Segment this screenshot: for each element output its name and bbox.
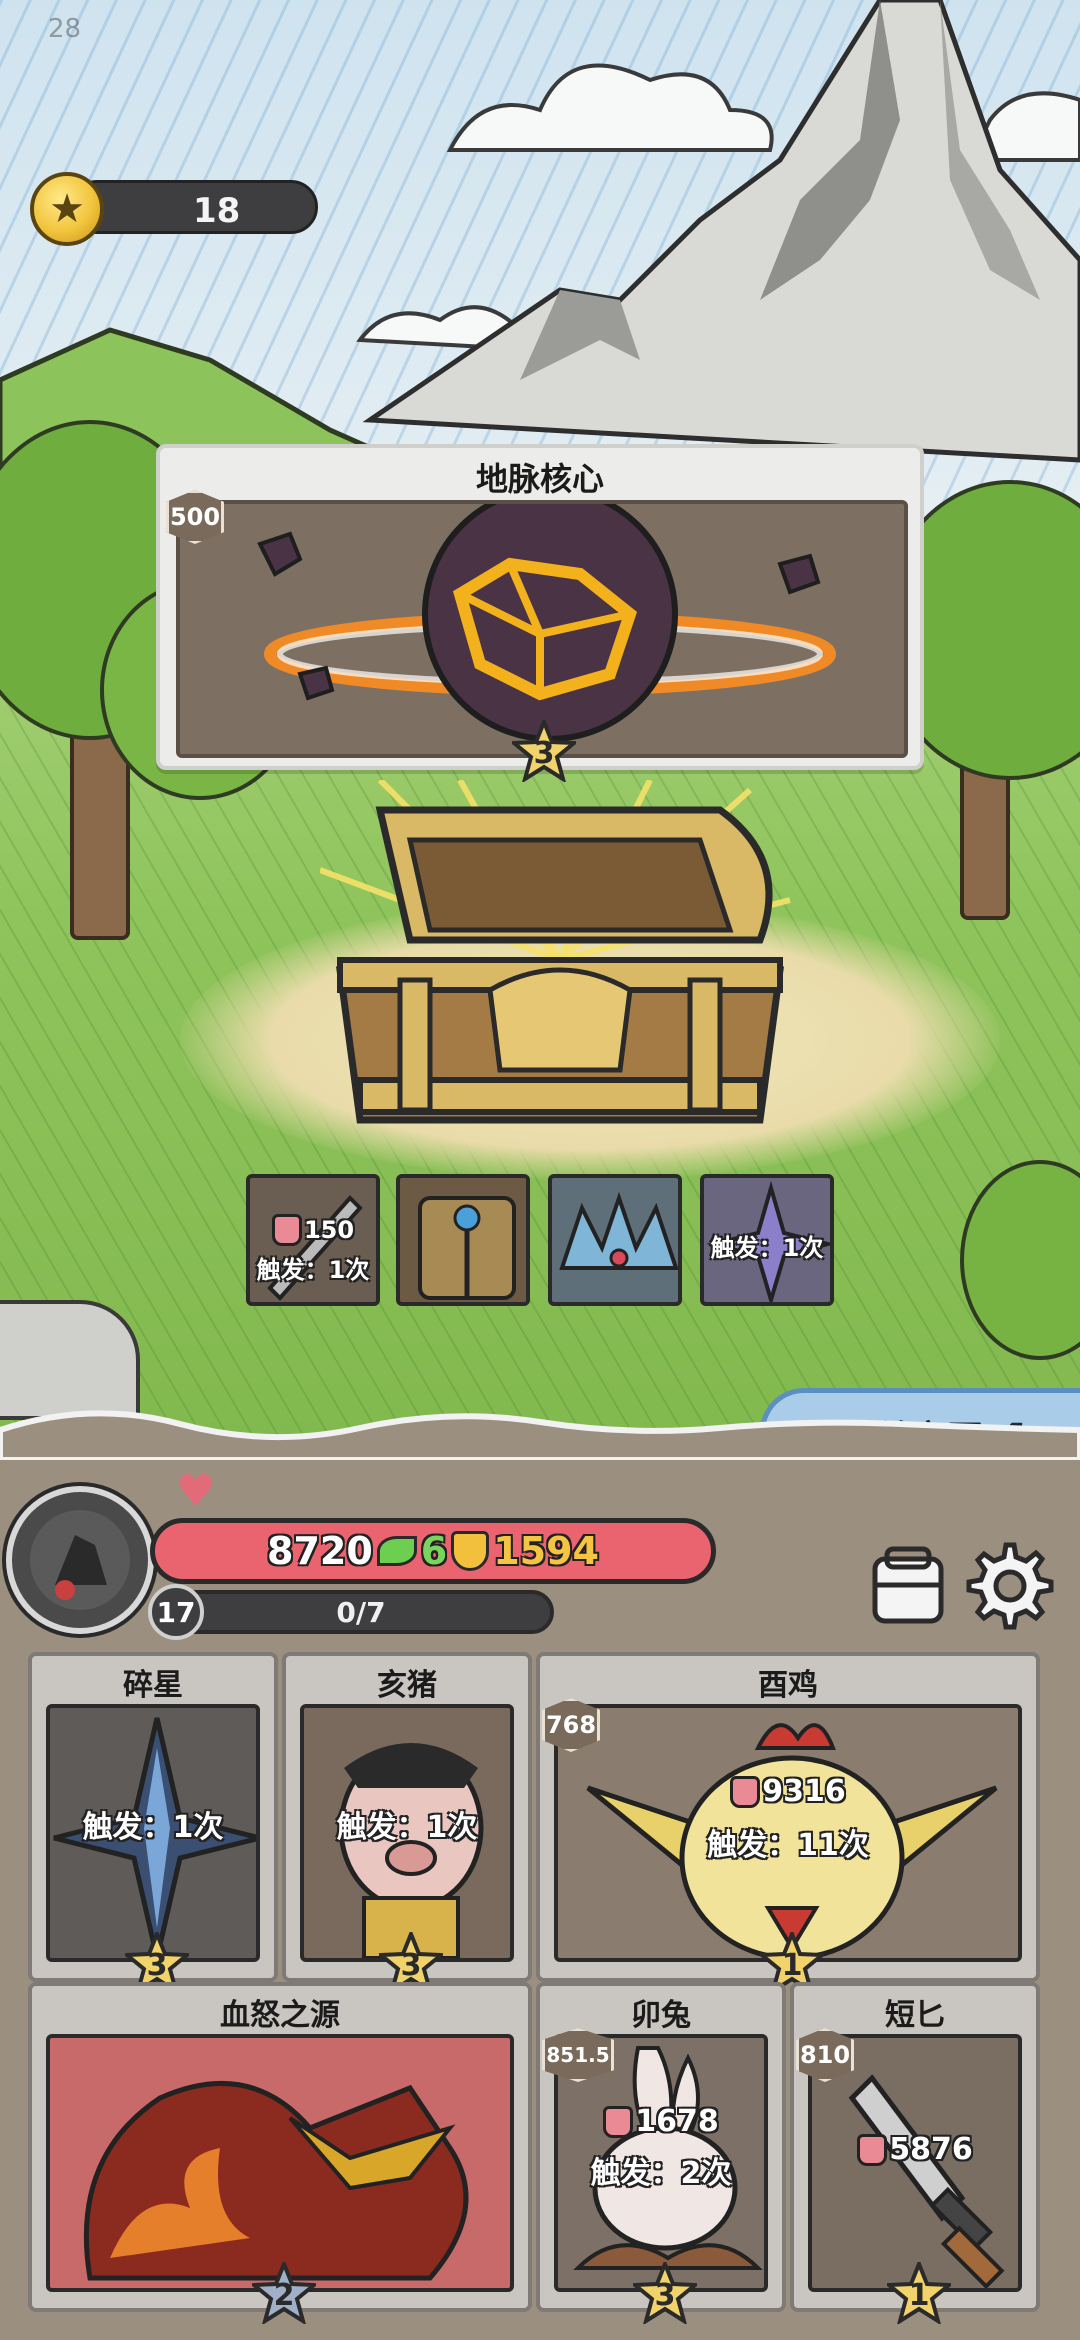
- health-bar: 8720 6 1594: [150, 1518, 716, 1584]
- coin-value: 18: [193, 191, 241, 231]
- slot-stars: 1: [908, 2277, 930, 2313]
- star-rank-icon: 3: [512, 720, 576, 782]
- fire-beast-icon: [83, 2080, 469, 2281]
- reward-title: 地脉核心: [475, 460, 604, 498]
- slot-name: 血怒之源: [220, 1998, 340, 2033]
- attack-icon: [271, 1214, 302, 1246]
- slot-stars: 3: [146, 1947, 168, 1983]
- slot-name: 卯兔: [631, 1998, 691, 2033]
- reward-stars: 3: [533, 735, 555, 771]
- xp-bar: 0/7: [168, 1590, 554, 1634]
- attack-icon: [857, 2133, 888, 2166]
- slot-trigger: 触发：1次: [336, 1810, 478, 1845]
- slot-short-dagger[interactable]: 短匕 810 5876 1: [790, 1982, 1040, 2324]
- slot-trigger: 触发：11次: [707, 1828, 869, 1863]
- slot-name: 短匕: [885, 1998, 945, 2033]
- backpack-icon: [872, 1546, 944, 1624]
- star-rank-icon: 3: [633, 2262, 697, 2324]
- slot-stars: 3: [400, 1947, 422, 1983]
- slot-attack: 5876: [794, 2132, 1036, 2174]
- loot-item-1[interactable]: 150 触发：1次: [246, 1174, 380, 1306]
- slot-stars: 2: [273, 2277, 295, 2313]
- slot-badge-value: 851.5: [546, 2043, 610, 2067]
- slot-name: 酉鸡: [758, 1668, 818, 1703]
- scene-divider: [0, 1410, 1080, 1460]
- loot-item-3[interactable]: [548, 1174, 682, 1306]
- star-rank-icon: 2: [252, 2262, 316, 2324]
- loot-item-4[interactable]: 触发：1次: [700, 1174, 834, 1306]
- slot-rabbit[interactable]: 卯兔 851.5 1678 触发：2次 3: [536, 1982, 786, 2324]
- character-portrait-icon: [30, 1510, 130, 1610]
- slot-badge-value: 810: [799, 2041, 851, 2069]
- treasure-chest[interactable]: [318, 777, 800, 1150]
- slot-attack: 1678: [540, 2104, 782, 2146]
- crown-icon: [559, 1191, 678, 1270]
- loot-trigger: 触发：1次: [256, 1256, 370, 1284]
- star-rank-icon: 1: [887, 2262, 951, 2324]
- settings-button[interactable]: [962, 1538, 1058, 1634]
- slot-pig[interactable]: 亥猪 触发：1次 3: [282, 1652, 532, 1994]
- shield-icon: [451, 1531, 490, 1571]
- slot-attack: 9316: [540, 1774, 1036, 1816]
- fps-counter: 28: [48, 14, 82, 44]
- cost-badge-value: 500: [169, 503, 221, 531]
- reward-card[interactable]: 地脉核心 500 3: [156, 444, 924, 782]
- loot-item-2[interactable]: [396, 1174, 530, 1306]
- attack-icon: [730, 1775, 761, 1808]
- slot-name: 碎星: [123, 1668, 183, 1703]
- level-value: 17: [156, 1595, 196, 1629]
- slot-badge-value: 768: [545, 1711, 597, 1739]
- xp-value: 0/7: [336, 1595, 386, 1629]
- slot-blood-rage-source[interactable]: 血怒之源 2: [28, 1982, 532, 2324]
- heart-icon: ♥: [176, 1466, 216, 1517]
- slot-shattered-star[interactable]: 碎星 触发：1次 3: [28, 1652, 278, 1994]
- coin-icon: ★: [30, 172, 104, 246]
- backpack-button[interactable]: [860, 1538, 956, 1634]
- slot-stars: 3: [654, 2277, 676, 2313]
- health-value: 8720: [267, 1529, 373, 1573]
- shield-value: 1594: [493, 1529, 599, 1573]
- slot-trigger: 触发：2次: [590, 2156, 732, 2191]
- slot-trigger: 触发：1次: [82, 1810, 224, 1845]
- slot-rooster[interactable]: 酉鸡 768 9316 触发：11次 1: [536, 1652, 1040, 1994]
- slot-art: [46, 2034, 514, 2292]
- coin-pill: 18: [70, 180, 318, 234]
- player-avatar[interactable]: [6, 1486, 154, 1634]
- regen-value: 6: [420, 1529, 448, 1573]
- regen-icon: [376, 1536, 417, 1566]
- gear-icon: [966, 1542, 1054, 1630]
- armor-icon: [418, 1196, 516, 1300]
- chest-icon: [318, 777, 791, 1124]
- attack-icon: [603, 2105, 634, 2138]
- game-scene: 28 18 ★ 地脉核心 500 3 150 触发：1次 触发：1次: [0, 0, 1080, 1440]
- coin-counter: 18 ★: [30, 172, 318, 246]
- loot-attack: 150: [250, 1214, 376, 1252]
- loot-trigger: 触发：1次: [710, 1234, 824, 1262]
- level-badge: 17: [148, 1584, 204, 1640]
- slot-stars: 1: [781, 1947, 803, 1983]
- slot-name: 亥猪: [377, 1668, 437, 1703]
